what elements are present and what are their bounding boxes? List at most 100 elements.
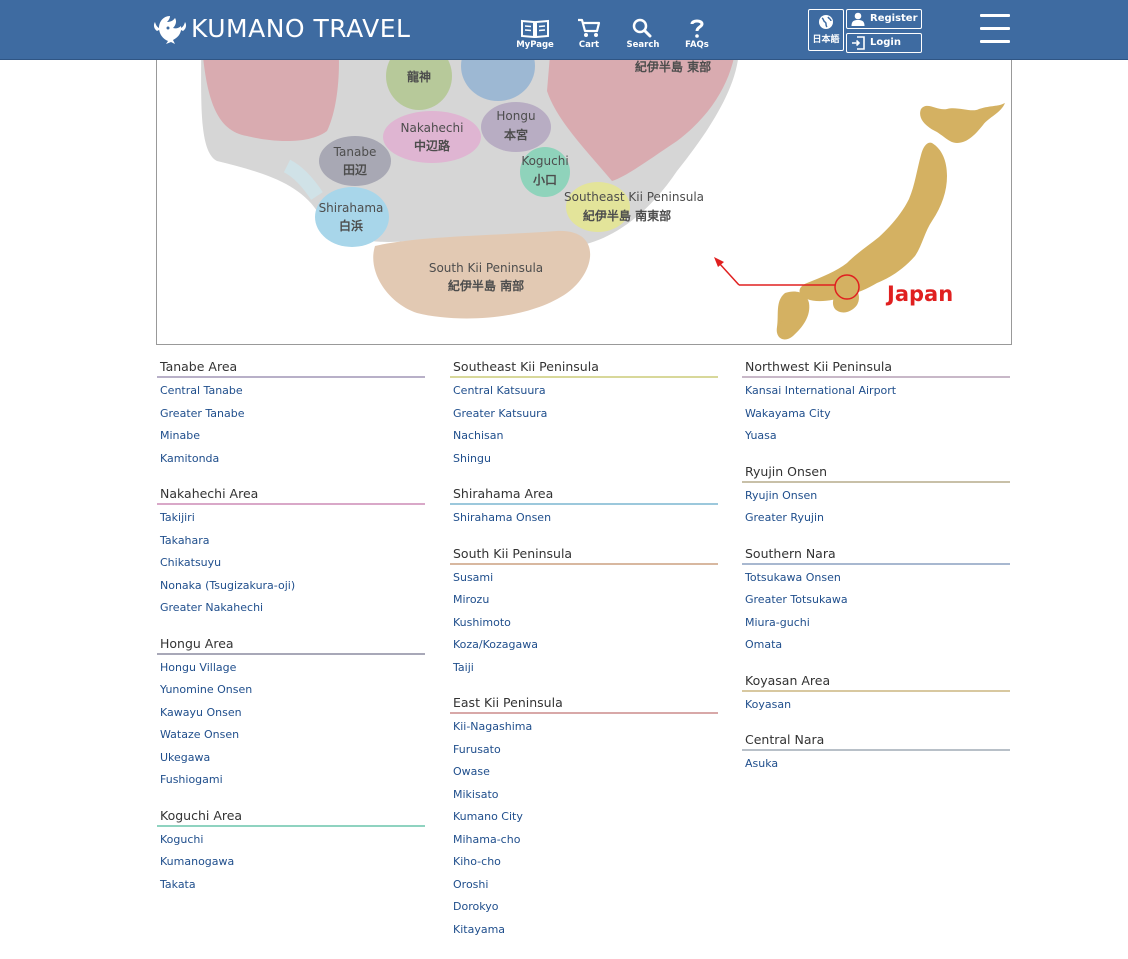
area-title: Koyasan Area [742,672,1010,692]
area-link[interactable]: Mihama-cho [453,829,718,852]
area-link[interactable]: Greater Totsukawa [745,589,1010,612]
area-link-list: Koguchi Kumanogawa Takata [157,827,425,897]
area-section: Koyasan Area Koyasan [742,672,1010,717]
area-title: Hongu Area [157,635,425,655]
area-link[interactable]: Kitayama [453,919,718,942]
region-southeast-en: Southeast Kii Peninsula [564,190,704,204]
area-link[interactable]: Koguchi [160,829,425,852]
area-title: East Kii Peninsula [450,694,718,714]
search-button[interactable]: Search [618,18,668,56]
area-link[interactable]: Central Tanabe [160,380,425,403]
area-link[interactable]: Ukegawa [160,747,425,770]
area-title: Northwest Kii Peninsula [742,358,1010,378]
area-link[interactable]: Dorokyo [453,896,718,919]
area-link[interactable]: Owase [453,761,718,784]
area-link[interactable]: Yunomine Onsen [160,679,425,702]
area-link[interactable]: Ryujin Onsen [745,485,1010,508]
area-link[interactable]: Takahara [160,530,425,553]
area-link[interactable]: Wataze Onsen [160,724,425,747]
area-link[interactable]: Nachisan [453,425,718,448]
area-link[interactable]: Hongu Village [160,657,425,680]
brand-name[interactable]: KUMANO TRAVEL [191,13,410,45]
area-link[interactable]: Taiji [453,657,718,680]
area-section: Central Nara Asuka [742,731,1010,776]
area-link[interactable]: Kii-Nagashima [453,716,718,739]
area-link[interactable]: Kumano City [453,806,718,829]
area-title: South Kii Peninsula [450,545,718,565]
region-hongu-ja: 本宮 [504,127,528,142]
login-button[interactable]: Login [846,33,922,53]
region-tanabe-en: Tanabe [333,145,377,159]
area-link[interactable]: Greater Katsuura [453,403,718,426]
area-link[interactable]: Miura-guchi [745,612,1010,635]
region-southeast-ja: 紀伊半島 南東部 [583,208,671,223]
arrow-head-icon [714,257,724,267]
area-column-3: Northwest Kii Peninsula Kansai Internatio… [742,358,1010,791]
cart-button[interactable]: Cart [564,18,614,56]
area-link-list: Hongu Village Yunomine Onsen Kawayu Onsen W… [157,655,425,792]
area-link[interactable]: Takijiri [160,507,425,530]
book-icon [521,19,549,38]
language-label: 日本語 [812,35,840,45]
search-label: Search [626,40,660,50]
area-link[interactable]: Kansai International Airport [745,380,1010,403]
hamburger-menu-icon[interactable] [980,14,1010,46]
area-section: Koguchi Area Koguchi Kumanogawa Takata [157,807,425,897]
area-title: Ryujin Onsen [742,463,1010,483]
login-door-icon [852,36,865,50]
mypage-button[interactable]: MyPage [510,18,560,56]
area-link-list: Shirahama Onsen [450,505,718,530]
area-link[interactable]: Nonaka (Tsugizakura-oji) [160,575,425,598]
region-nakahechi-en: Nakahechi [401,121,464,135]
language-button[interactable]: 日本語 [808,9,844,51]
region-south-kii-en: South Kii Peninsula [429,261,543,275]
area-link[interactable]: Shirahama Onsen [453,507,718,530]
area-link[interactable]: Koza/Kozagawa [453,634,718,657]
area-link[interactable]: Koyasan [745,694,1010,717]
area-link[interactable]: Mirozu [453,589,718,612]
area-link[interactable]: Takata [160,874,425,897]
area-link[interactable]: Kiho-cho [453,851,718,874]
area-section: Shirahama Area Shirahama Onsen [450,485,718,530]
area-link[interactable]: Central Katsuura [453,380,718,403]
area-section: Nakahechi Area Takijiri Takahara Chikatsuyu… [157,485,425,620]
crow-logo-icon[interactable] [153,13,187,45]
area-link[interactable]: Susami [453,567,718,590]
area-section: Ryujin Onsen Ryujin Onsen Greater Ryujin [742,463,1010,530]
faqs-label: FAQs [685,40,709,50]
area-title: Central Nara [742,731,1010,751]
area-link[interactable]: Kamitonda [160,448,425,471]
area-link[interactable]: Greater Ryujin [745,507,1010,530]
area-link[interactable]: Mikisato [453,784,718,807]
area-link[interactable]: Asuka [745,753,1010,776]
area-link[interactable]: Omata [745,634,1010,657]
user-icon [851,12,865,26]
area-link[interactable]: Kushimoto [453,612,718,635]
register-label: Register [870,13,918,24]
area-link[interactable]: Kumanogawa [160,851,425,874]
area-link[interactable]: Shingu [453,448,718,471]
region-nakahechi-shape[interactable] [383,111,481,163]
region-shirahama-shape[interactable] [315,187,389,247]
region-tanabe-ja: 田辺 [343,163,367,177]
area-link[interactable]: Oroshi [453,874,718,897]
area-link[interactable]: Furusato [453,739,718,762]
faqs-button[interactable]: FAQs [672,18,722,56]
region-koguchi-ja: 小口 [533,172,557,187]
area-link[interactable]: Chikatsuyu [160,552,425,575]
area-section: East Kii Peninsula Kii-Nagashima Furusato O… [450,694,718,941]
area-link[interactable]: Kawayu Onsen [160,702,425,725]
area-link[interactable]: Minabe [160,425,425,448]
question-icon [690,19,704,38]
area-link[interactable]: Greater Nakahechi [160,597,425,620]
region-hongu-en: Hongu [496,109,535,123]
area-link[interactable]: Greater Tanabe [160,403,425,426]
area-link[interactable]: Wakayama City [745,403,1010,426]
register-button[interactable]: Register [846,9,922,29]
area-link[interactable]: Totsukawa Onsen [745,567,1010,590]
area-link-list: Central Tanabe Greater Tanabe Minabe Kamito… [157,378,425,470]
area-title: Nakahechi Area [157,485,425,505]
region-tanabe-shape[interactable] [319,136,391,186]
area-link[interactable]: Fushiogami [160,769,425,792]
area-link[interactable]: Yuasa [745,425,1010,448]
